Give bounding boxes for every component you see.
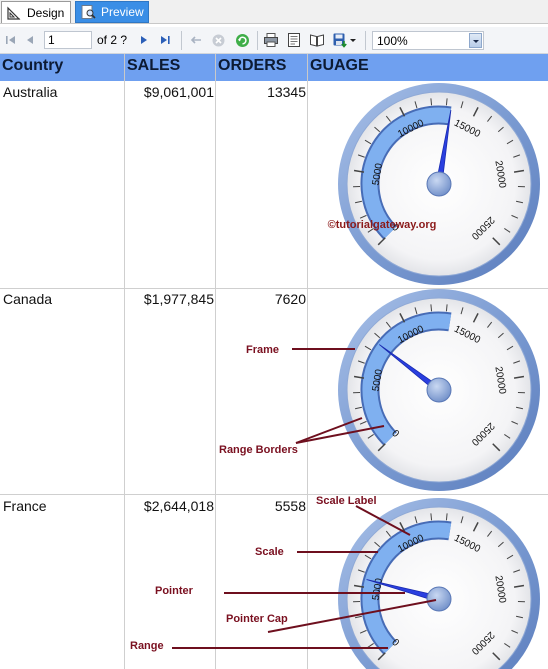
gauge-scale-tick [445, 98, 448, 106]
annotation-label: Scale Label [316, 495, 377, 507]
annotation-label: Range [130, 640, 164, 652]
gauge-scale-tick [430, 98, 433, 106]
gauge-pointer-cap [426, 377, 452, 403]
gauges: 0500010000 1500020000250000500010000 15000… [328, 83, 540, 669]
gauge-layer: 0500010000 1500020000250000500010000 15000… [130, 83, 540, 669]
gauge-scale-tick [445, 304, 448, 312]
gauge-scale-tick [430, 304, 433, 312]
gauge-pointer-cap [426, 586, 452, 612]
gauge-pointer-cap [426, 171, 452, 197]
annotation-label: Frame [246, 344, 279, 356]
gauge-scale-tick [430, 513, 433, 521]
gauge: 0500010000 150002000025000 [338, 83, 540, 285]
gauge: 0500010000 150002000025000 [338, 498, 540, 669]
gauge: 0500010000 150002000025000 [338, 289, 540, 491]
annotation-label: Pointer [155, 585, 194, 597]
annotation-label: Scale [255, 546, 284, 558]
annotation-label: Pointer Cap [226, 613, 288, 625]
watermark: ©tutorialgateway.org [328, 219, 437, 231]
gauge-scale-tick [445, 513, 448, 521]
annotation-label: Range Borders [219, 444, 298, 456]
